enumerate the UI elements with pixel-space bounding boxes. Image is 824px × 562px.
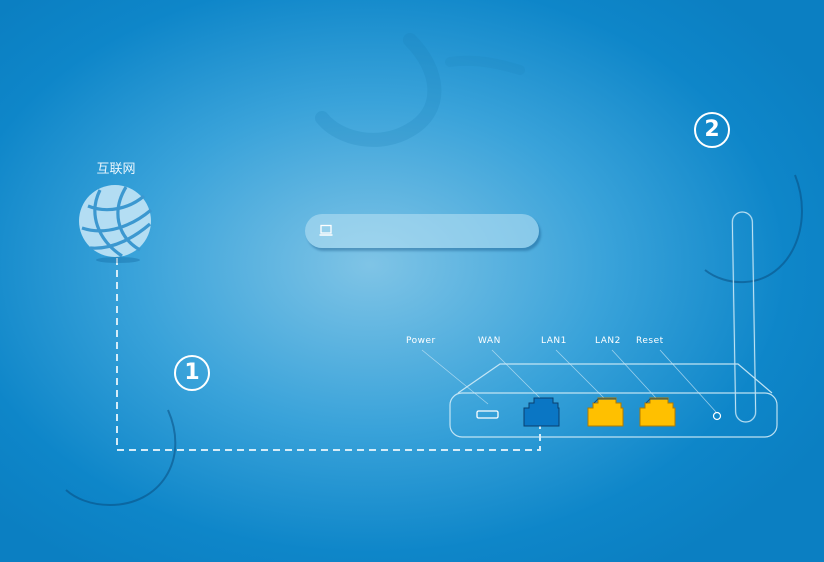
port-label-lan2: LAN2 xyxy=(595,336,621,346)
port-label-wan: WAN xyxy=(478,336,501,346)
reset-button xyxy=(712,411,722,421)
port-label-power: Power xyxy=(406,336,436,346)
lan1-port xyxy=(587,397,624,427)
wan-port xyxy=(523,397,560,427)
port-label-lan1: LAN1 xyxy=(541,336,567,346)
router xyxy=(421,211,778,438)
lan2-port xyxy=(639,397,676,427)
port-label-reset: Reset xyxy=(636,336,664,346)
power-port xyxy=(476,410,499,419)
